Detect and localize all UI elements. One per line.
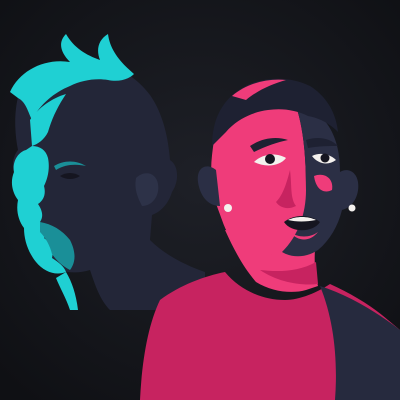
right-earring-icon [348, 204, 356, 212]
right-left-pupil [265, 154, 275, 164]
artwork-svg [0, 0, 400, 400]
right-right-pupil [320, 153, 330, 163]
left-earring-icon [224, 204, 232, 212]
artwork [0, 0, 400, 400]
